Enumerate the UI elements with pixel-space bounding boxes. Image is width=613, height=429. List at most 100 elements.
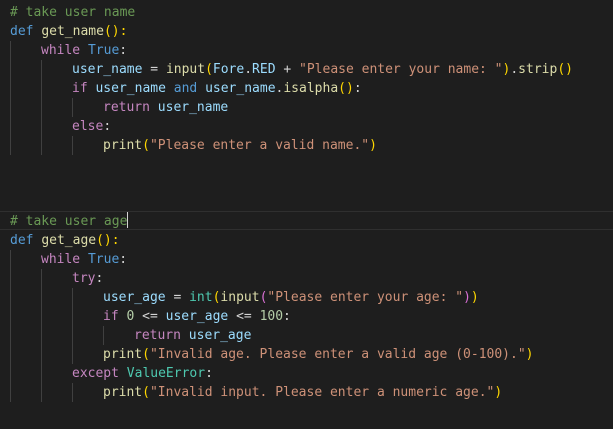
code-line[interactable]: return user_age (134, 326, 251, 345)
indent-guide (41, 269, 42, 402)
code-token: ( (142, 347, 150, 362)
code-token: try (72, 271, 96, 286)
code-token: # take user age (10, 214, 128, 229)
code-token: ( (142, 138, 150, 153)
code-token: "Please enter a valid name." (149, 138, 370, 153)
code-token: isalpha (283, 81, 339, 96)
code-token: print (103, 138, 143, 153)
indent-guide (10, 41, 11, 155)
code-token: . (244, 62, 253, 77)
code-token: print (103, 385, 143, 400)
code-line[interactable]: print("Invalid input. Please enter a num… (103, 383, 502, 402)
code-token: and (173, 81, 198, 96)
code-token: True (87, 252, 120, 267)
code-token: ) (470, 290, 479, 305)
code-token: except (72, 366, 119, 381)
indent-guide (41, 60, 42, 155)
code-token: : (353, 81, 362, 96)
code-token: ) (369, 138, 377, 153)
code-token: while (41, 252, 81, 267)
code-token: Fore (212, 62, 245, 77)
code-token: if (72, 81, 88, 96)
indent-guide (72, 98, 73, 117)
code-token: : (103, 119, 112, 134)
code-token: : (283, 309, 291, 324)
code-token: True (87, 43, 120, 58)
code-line[interactable]: return user_name (103, 98, 228, 117)
code-token: (): (96, 233, 120, 248)
code-line[interactable]: user_name = input(Fore.RED + "Please ent… (72, 60, 573, 79)
code-token: . (510, 62, 519, 77)
code-token: input (220, 290, 260, 305)
code-token: user_name (72, 62, 143, 77)
code-token: "Please enter your age: " (267, 290, 464, 305)
code-token: else (72, 119, 104, 134)
code-token: user_age (103, 290, 166, 305)
code-token: ValueError (126, 366, 206, 381)
code-token: <= (228, 309, 260, 324)
code-token: : (95, 271, 104, 286)
code-line[interactable]: if user_name and user_name.isalpha(): (72, 79, 362, 98)
code-token: : (119, 252, 128, 267)
indent-guide (10, 250, 11, 402)
code-line[interactable]: while True: (41, 250, 127, 269)
code-line[interactable]: # take user age (10, 212, 129, 231)
code-token: ) (463, 290, 471, 305)
code-token: () (557, 62, 573, 77)
indent-guide (72, 136, 73, 155)
code-line[interactable]: print("Invalid age. Please enter a valid… (103, 345, 533, 364)
code-token: return (134, 328, 181, 343)
code-line[interactable]: else: (72, 117, 111, 136)
code-token: input (165, 62, 206, 77)
code-line[interactable]: while True: (41, 41, 127, 60)
code-line[interactable]: if 0 <= user_age <= 100: (103, 307, 291, 326)
code-token: return (103, 100, 150, 115)
code-line[interactable]: print("Please enter a valid name.") (103, 136, 377, 155)
code-token: 100 (259, 309, 284, 324)
code-line[interactable]: def get_name(): (10, 22, 127, 41)
code-token: print (103, 347, 143, 362)
code-token: ( (205, 62, 213, 77)
code-token: user_name (157, 100, 229, 115)
text-cursor (127, 212, 129, 228)
code-token: = (142, 62, 166, 77)
code-token: ) (525, 347, 534, 362)
code-token: def (10, 24, 34, 39)
code-token: # take user name (10, 5, 136, 20)
code-line[interactable]: except ValueError: (72, 364, 213, 383)
code-token: if (103, 309, 119, 324)
code-token: = (165, 290, 190, 305)
code-token: user_age (165, 309, 229, 324)
code-token: + (275, 62, 300, 77)
code-token: user_name (205, 81, 276, 96)
indent-guide (72, 383, 73, 402)
code-line[interactable]: try: (72, 269, 103, 288)
code-line[interactable]: # take user name (10, 3, 135, 22)
code-token: (): (103, 24, 128, 39)
code-editor[interactable]: # take user name def get_name(): while Tru… (0, 0, 613, 429)
code-token: ) (494, 385, 503, 400)
code-token: "Invalid age. Please enter a valid age (… (149, 347, 526, 362)
code-token: ( (142, 385, 150, 400)
code-line[interactable]: def get_age(): (10, 231, 120, 250)
code-token: while (41, 43, 81, 58)
code-token: user_age (188, 328, 252, 343)
code-token: "Invalid input. Please enter a numeric a… (149, 385, 495, 400)
code-token: <= (134, 309, 166, 324)
code-token: : (119, 43, 128, 58)
code-token: int (189, 290, 213, 305)
code-token: get_name (41, 24, 104, 39)
code-token: strip (518, 62, 558, 77)
code-token: () (338, 81, 354, 96)
code-line[interactable]: user_age = int(input("Please enter your … (103, 288, 479, 307)
code-token: def (10, 233, 34, 248)
indent-guide (72, 288, 73, 364)
indent-guide (103, 326, 104, 345)
